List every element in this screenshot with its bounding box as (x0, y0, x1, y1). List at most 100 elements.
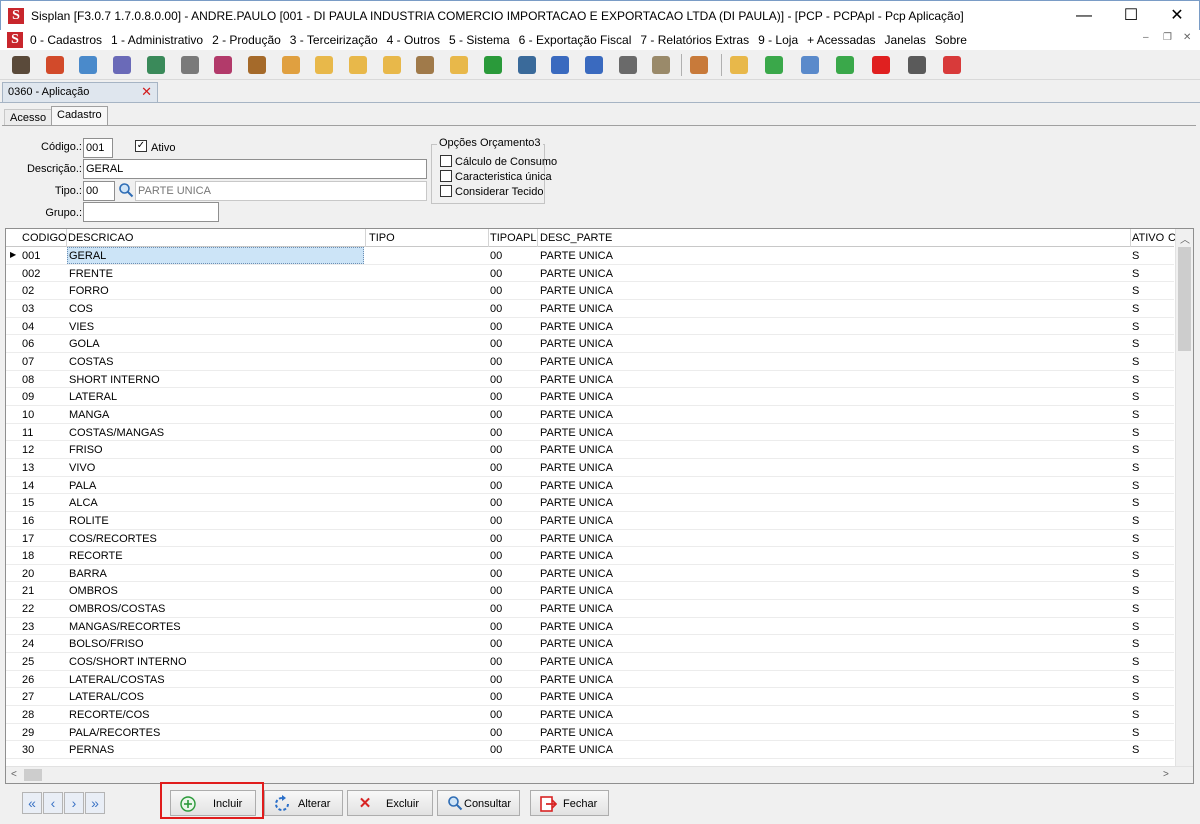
column-header-ativo[interactable]: ATIVO (1132, 232, 1164, 244)
menu-item[interactable]: 3 - Terceirização (290, 33, 378, 47)
considerar-tecido-checkbox[interactable] (440, 185, 452, 197)
tab-cadastro[interactable]: Cadastro (51, 106, 108, 126)
binoculars-icon[interactable] (12, 56, 30, 74)
scroll-thumb[interactable] (1178, 247, 1191, 351)
mdi-minimize-button[interactable]: – (1143, 32, 1149, 43)
export-icon[interactable] (584, 56, 603, 74)
close-button[interactable]: ✕ (1154, 1, 1200, 31)
table-row[interactable]: 002 FRENTE 00 PARTE UNICA S (6, 265, 1174, 283)
next-record-button[interactable]: › (64, 792, 84, 814)
calculator-icon[interactable] (907, 56, 926, 74)
table-row[interactable]: 18 RECORTE 00 PARTE UNICA S (6, 547, 1174, 565)
table-row[interactable]: 23 MANGAS/RECORTES 00 PARTE UNICA S (6, 618, 1174, 636)
menu-item[interactable]: 2 - Produção (212, 33, 281, 47)
app-menu-icon[interactable]: S (7, 32, 23, 48)
scroll-up-icon[interactable]: ︿ (1180, 231, 1190, 246)
table-row[interactable]: 12 FRISO 00 PARTE UNICA S (6, 441, 1174, 459)
column-divider[interactable] (537, 229, 538, 247)
descricao-input[interactable]: GERAL (83, 159, 427, 179)
menu-item[interactable]: 9 - Loja (758, 33, 798, 47)
table-row[interactable]: 17 COS/RECORTES 00 PARTE UNICA S (6, 530, 1174, 548)
folder-icon[interactable] (382, 56, 401, 74)
scroll-thumb[interactable] (24, 769, 42, 781)
table-row[interactable]: 25 COS/SHORT INTERNO 00 PARTE UNICA S (6, 653, 1174, 671)
table-row[interactable]: 16 ROLITE 00 PARTE UNICA S (6, 512, 1174, 530)
table-row[interactable]: 06 GOLA 00 PARTE UNICA S (6, 335, 1174, 353)
exit-icon[interactable] (943, 56, 962, 74)
table-row[interactable]: 07 COSTAS 00 PARTE UNICA S (6, 353, 1174, 371)
book-icon[interactable] (652, 56, 671, 74)
folder-icon[interactable] (315, 56, 334, 74)
table-row[interactable]: 28 RECORTE/COS 00 PARTE UNICA S (6, 706, 1174, 724)
check-icon[interactable] (483, 56, 502, 74)
scroll-right-icon[interactable]: > (1163, 769, 1169, 780)
close-icon[interactable]: ✕ (141, 84, 152, 100)
prev-record-button[interactable]: ‹ (43, 792, 63, 814)
column-header-tipoapl[interactable]: TIPOAPL (490, 232, 536, 244)
column-divider[interactable] (365, 229, 366, 247)
table-row[interactable]: 22 OMBROS/COSTAS 00 PARTE UNICA S (6, 600, 1174, 618)
first-record-button[interactable]: « (22, 792, 42, 814)
strawberry-icon[interactable] (45, 56, 64, 74)
table-row[interactable]: 24 BOLSO/FRISO 00 PARTE UNICA S (6, 635, 1174, 654)
table-row[interactable]: 08 SHORT INTERNO 00 PARTE UNICA S (6, 371, 1174, 389)
table-row[interactable]: 14 PALA 00 PARTE UNICA S (6, 477, 1174, 495)
table-row[interactable]: ▶ 001 GERAL 00 PARTE UNICA S (6, 247, 1174, 265)
users-icon[interactable] (690, 56, 708, 74)
monitor-icon[interactable] (800, 56, 819, 74)
excluir-button[interactable]: ✕ Excluir (347, 790, 433, 816)
column-divider[interactable] (488, 229, 489, 247)
search-icon[interactable] (118, 182, 134, 198)
table-row[interactable]: 20 BARRA 00 PARTE UNICA S (6, 565, 1174, 583)
folder-icon[interactable] (349, 56, 367, 74)
horizontal-scrollbar[interactable]: < > (6, 766, 1193, 783)
column-header-tipo[interactable]: TIPO (369, 232, 395, 244)
menu-item[interactable]: 5 - Sistema (449, 33, 510, 47)
folder-icon[interactable] (450, 56, 469, 74)
menu-item[interactable]: Sobre (935, 33, 967, 47)
column-divider[interactable] (66, 229, 67, 247)
table-row[interactable]: 13 VIVO 00 PARTE UNICA S (6, 459, 1174, 477)
tab-acesso[interactable]: Acesso (4, 109, 53, 126)
table-row[interactable]: 30 PERNAS 00 PARTE UNICA S (6, 741, 1174, 760)
report-icon[interactable] (281, 56, 300, 74)
selected-cell[interactable] (67, 247, 364, 264)
minimize-button[interactable]: — (1061, 1, 1107, 31)
mdi-restore-button[interactable]: ❐ (1163, 32, 1172, 43)
whatsapp-icon[interactable] (765, 56, 784, 74)
ativo-checkbox[interactable]: ✓ (135, 140, 147, 152)
document-tab[interactable]: 0360 - Aplicação ✕ (2, 82, 158, 102)
gear-icon[interactable] (113, 56, 132, 74)
maximize-button[interactable]: ☐ (1108, 1, 1154, 31)
table-row[interactable]: 21 OMBROS 00 PARTE UNICA S (6, 582, 1174, 601)
data-grid[interactable]: CODIGO DESCRICAO TIPO TIPOAPL DESC_PARTE… (5, 228, 1194, 784)
table-row[interactable]: 03 COS 00 PARTE UNICA S (6, 300, 1174, 318)
table-row[interactable]: 15 ALCA 00 PARTE UNICA S (6, 494, 1174, 512)
table-row[interactable]: 29 PALA/RECORTES 00 PARTE UNICA S (6, 724, 1174, 742)
folder-open-icon[interactable] (729, 56, 748, 74)
menu-item[interactable]: 7 - Relatórios Extras (640, 33, 749, 47)
consultar-button[interactable]: Consultar (437, 790, 520, 816)
table-row[interactable]: 27 LATERAL/COS 00 PARTE UNICA S (6, 688, 1174, 707)
codigo-input[interactable]: 001 (83, 138, 113, 158)
power-icon[interactable] (872, 56, 890, 74)
table-row[interactable]: 04 VIES 00 PARTE UNICA S (6, 318, 1174, 336)
menu-item[interactable]: 1 - Administrativo (111, 33, 203, 47)
scroll-left-icon[interactable]: < (11, 769, 17, 780)
column-divider[interactable] (1130, 229, 1131, 247)
menu-item[interactable]: + Acessadas (807, 33, 875, 47)
menu-item[interactable]: 0 - Cadastros (30, 33, 102, 47)
export-icon[interactable] (551, 56, 570, 74)
tools-icon[interactable] (146, 56, 165, 74)
grupo-input[interactable] (83, 202, 219, 222)
table-row[interactable]: 11 COSTAS/MANGAS 00 PARTE UNICA S (6, 424, 1174, 442)
alterar-button[interactable]: Alterar (264, 790, 343, 816)
mdi-close-button[interactable]: ✕ (1183, 32, 1191, 43)
chart-icon[interactable] (517, 56, 536, 74)
printer-icon[interactable] (180, 56, 199, 74)
column-header-descricao[interactable]: DESCRICAO (68, 232, 133, 244)
tipo-input[interactable]: 00 (83, 181, 115, 201)
checkmark-icon[interactable] (836, 56, 855, 74)
column-header-desc-parte[interactable]: DESC_PARTE (540, 232, 612, 244)
menu-item[interactable]: Janelas (885, 33, 926, 47)
